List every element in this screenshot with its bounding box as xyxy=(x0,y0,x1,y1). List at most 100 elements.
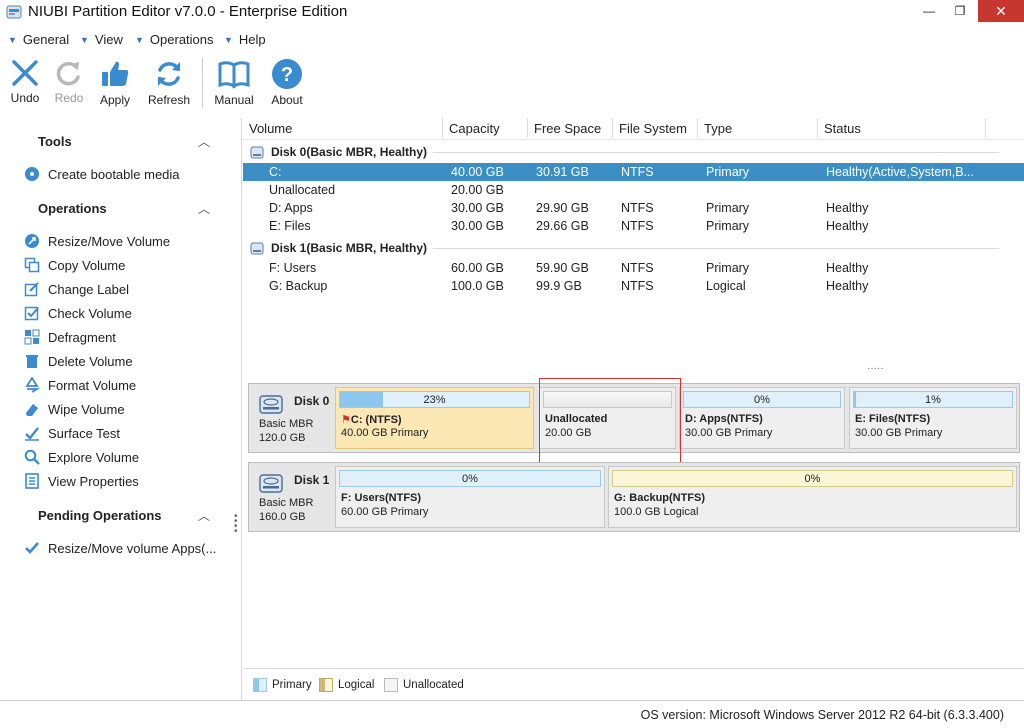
collapse-tools-icon[interactable]: ︿ xyxy=(198,133,210,150)
cell-volume: D: Apps xyxy=(269,201,313,215)
table-row[interactable]: Unallocated 20.00 GB xyxy=(243,181,1024,199)
undo-icon xyxy=(12,60,38,86)
menu-label: Operations xyxy=(149,32,214,47)
column-divider[interactable] xyxy=(985,118,986,138)
minimize-button[interactable]: — xyxy=(912,0,946,22)
apply-button[interactable]: Apply xyxy=(87,56,143,112)
title-bar: NIUBI Partition Editor v7.0.0 - Enterpri… xyxy=(0,0,1024,24)
column-divider[interactable] xyxy=(817,118,818,138)
col-free-space[interactable]: Free Space xyxy=(534,121,601,136)
delete-volume-item[interactable]: Delete Volume xyxy=(24,352,133,370)
wipe-volume-item[interactable]: Wipe Volume xyxy=(24,400,125,418)
disk-1-box[interactable]: Disk 1 Basic MBR 160.0 GB 0% F: Users(NT… xyxy=(248,462,1020,532)
change-label-item[interactable]: Change Label xyxy=(24,280,129,298)
resize-move-volume-item[interactable]: Resize/Move Volume xyxy=(24,232,170,250)
col-status[interactable]: Status xyxy=(824,121,861,136)
usage-bar: 0% xyxy=(683,391,841,408)
col-type[interactable]: Type xyxy=(704,121,732,136)
column-divider[interactable] xyxy=(612,118,613,138)
disk-name: Disk 0 xyxy=(294,394,330,408)
maximize-button[interactable]: ❐ xyxy=(943,0,977,22)
partition-info: 30.00 GB Primary xyxy=(685,427,773,439)
cell-free-space: 30.91 GB xyxy=(536,165,589,179)
legend-label: Unallocated xyxy=(403,679,464,691)
table-row[interactable]: C: 40.00 GB 30.91 GB NTFS Primary Health… xyxy=(243,163,1024,181)
table-row[interactable]: E: Files 30.00 GB 29.66 GB NTFS Primary … xyxy=(243,217,1024,235)
col-volume[interactable]: Volume xyxy=(249,121,292,136)
table-row[interactable]: G: Backup 100.0 GB 99.9 GB NTFS Logical … xyxy=(243,277,1024,295)
partition-c[interactable]: 23% ⚑C: (NTFS) 40.00 GB Primary xyxy=(335,387,534,449)
flag-icon: ⚑ xyxy=(341,414,351,426)
disc-icon xyxy=(24,166,40,182)
table-row[interactable]: D: Apps 30.00 GB 29.90 GB NTFS Primary H… xyxy=(243,199,1024,217)
partition-e-files[interactable]: 1% E: Files(NTFS) 30.00 GB Primary xyxy=(849,387,1017,449)
col-file-system[interactable]: File System xyxy=(619,121,687,136)
app-logo-icon xyxy=(6,5,22,19)
disk-group-row[interactable]: Disk 1(Basic MBR, Healthy) xyxy=(243,239,1024,257)
column-divider[interactable] xyxy=(527,118,528,138)
apply-label: Apply xyxy=(99,93,131,107)
format-volume-item[interactable]: Format Volume xyxy=(24,376,136,394)
eraser-icon xyxy=(24,401,40,417)
book-icon xyxy=(218,61,250,89)
copy-volume-item[interactable]: Copy Volume xyxy=(24,256,125,274)
collapse-pending-icon[interactable]: ︿ xyxy=(198,507,210,524)
partition-f-users[interactable]: 0% F: Users(NTFS) 60.00 GB Primary xyxy=(335,466,605,528)
menu-label: General xyxy=(22,32,70,47)
table-row[interactable]: F: Users 60.00 GB 59.90 GB NTFS Primary … xyxy=(243,259,1024,277)
disk-group-row[interactable]: Disk 0(Basic MBR, Healthy) xyxy=(243,143,1024,161)
menu-help[interactable]: ▼ Help xyxy=(224,32,266,47)
about-button[interactable]: ? About xyxy=(259,56,315,112)
disk-type: Basic MBR xyxy=(259,497,314,509)
menu-view[interactable]: ▼ View xyxy=(80,32,123,47)
group-divider xyxy=(433,248,999,249)
cell-type: Primary xyxy=(706,219,750,233)
menu-general[interactable]: ▼ General xyxy=(8,32,69,47)
cell-capacity: 100.0 GB xyxy=(451,279,504,293)
svg-text:?: ? xyxy=(281,64,293,86)
refresh-button[interactable]: Refresh xyxy=(141,56,197,112)
partition-name: E: Files(NTFS) xyxy=(855,413,931,425)
cell-type: Primary xyxy=(706,201,750,215)
resize-icon xyxy=(24,233,40,249)
item-label: Explore Volume xyxy=(48,449,140,465)
checkmark-icon xyxy=(24,540,40,556)
view-properties-item[interactable]: View Properties xyxy=(24,472,139,490)
cell-file-system: NTFS xyxy=(621,165,654,179)
column-divider[interactable] xyxy=(442,118,443,138)
splitter-handle[interactable]: • • • • xyxy=(234,512,238,537)
thumbs-up-icon xyxy=(102,61,129,86)
legend-logical: Logical xyxy=(319,678,374,692)
partition-info: 30.00 GB Primary xyxy=(855,427,943,439)
pane-resize-handle[interactable]: ····· xyxy=(867,363,884,374)
explore-volume-item[interactable]: Explore Volume xyxy=(24,448,139,466)
col-capacity[interactable]: Capacity xyxy=(449,121,500,136)
legend: Primary Logical Unallocated xyxy=(243,668,1024,700)
partition-name: G: Backup(NTFS) xyxy=(614,492,706,504)
tools-section-title: Tools xyxy=(38,134,72,149)
close-button[interactable]: ✕ xyxy=(978,0,1024,22)
menu-bar: ▼ General ▼ View ▼ Operations ▼ Help xyxy=(0,28,1024,50)
os-version-text: OS version: Microsoft Windows Server 201… xyxy=(640,708,1004,722)
column-divider[interactable] xyxy=(697,118,698,138)
surface-test-item[interactable]: Surface Test xyxy=(24,424,120,442)
menu-operations[interactable]: ▼ Operations xyxy=(135,32,214,47)
unallocated-swatch xyxy=(384,678,398,692)
create-bootable-media-item[interactable]: Create bootable media xyxy=(24,165,180,183)
check-volume-item[interactable]: Check Volume xyxy=(24,304,132,322)
disk-size: 120.0 GB xyxy=(259,432,306,444)
cell-volume: C: xyxy=(269,165,282,179)
partition-d-apps[interactable]: 0% D: Apps(NTFS) 30.00 GB Primary xyxy=(679,387,845,449)
manual-button[interactable]: Manual xyxy=(206,56,262,112)
item-label: Wipe Volume xyxy=(48,401,125,417)
disk-size: 160.0 GB xyxy=(259,511,306,523)
pending-operation-item[interactable]: Resize/Move volume Apps(... xyxy=(24,539,216,557)
disk-0-box[interactable]: Disk 0 Basic MBR 120.0 GB 23% ⚑C: (NTFS)… xyxy=(248,378,1020,463)
collapse-operations-icon[interactable]: ︿ xyxy=(198,200,210,217)
chevron-down-icon: ▼ xyxy=(80,35,89,45)
defragment-item[interactable]: Defragment xyxy=(24,328,116,346)
cell-capacity: 40.00 GB xyxy=(451,165,504,179)
disk-group-label: Disk 1(Basic MBR, Healthy) xyxy=(271,241,428,255)
primary-swatch xyxy=(253,678,267,692)
partition-g-backup[interactable]: 0% G: Backup(NTFS) 100.0 GB Logical xyxy=(608,466,1017,528)
